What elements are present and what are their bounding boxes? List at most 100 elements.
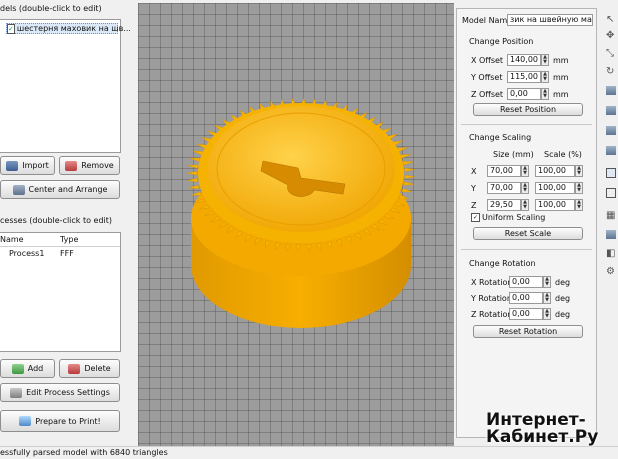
- y-rotation-spinner[interactable]: ▲ ▼: [543, 292, 551, 304]
- view-toolbar: ↖ ✥ ⤡ ↻ ▦ ◧ ⚙: [605, 14, 618, 446]
- scale-icon[interactable]: ⤡: [606, 48, 618, 60]
- scale-z-input[interactable]: 100,00: [535, 199, 575, 211]
- settings-icon[interactable]: ⚙: [606, 266, 618, 278]
- gear-tooth: [401, 188, 413, 193]
- settings-icon: [10, 387, 23, 398]
- z-rotation-unit: deg: [555, 310, 571, 319]
- y-rotation-input[interactable]: 0,00: [509, 292, 543, 304]
- x-offset-unit: mm: [553, 56, 569, 65]
- x-rotation-spinner[interactable]: ▲ ▼: [543, 276, 551, 288]
- x-rotation-label: X Rotation: [471, 278, 513, 287]
- add-icon: [11, 363, 24, 374]
- scale-x-input[interactable]: 100,00: [535, 165, 575, 177]
- divider: [461, 124, 592, 125]
- prepare-to-print-button[interactable]: Prepare to Print!: [0, 410, 120, 432]
- gear-tooth: [398, 194, 410, 200]
- model-name-field[interactable]: зик на швейную машинку: [507, 14, 593, 26]
- size-x-spinner[interactable]: ▲ ▼: [521, 165, 529, 177]
- size-z-input[interactable]: 29,50: [487, 199, 521, 211]
- delete-button[interactable]: Delete: [59, 359, 120, 378]
- gear-tooth: [192, 150, 204, 156]
- rotation-section-title: Change Rotation: [469, 259, 536, 268]
- x-rotation-input[interactable]: 0,00: [509, 276, 543, 288]
- layers-icon[interactable]: [606, 168, 618, 180]
- z-rotation-input[interactable]: 0,00: [509, 308, 543, 320]
- cube-view-icon[interactable]: [606, 86, 618, 98]
- reset-position-button[interactable]: Reset Position: [473, 103, 583, 116]
- pointer-icon[interactable]: ↖: [606, 14, 618, 26]
- scaling-section-title: Change Scaling: [469, 133, 532, 142]
- gear-tooth: [187, 164, 199, 169]
- gear-tooth: [402, 161, 414, 166]
- grid-icon[interactable]: ▦: [606, 210, 618, 222]
- processes-panel-title: cesses (double-click to edit): [0, 216, 113, 225]
- import-button[interactable]: Import: [0, 156, 55, 175]
- center-arrange-button[interactable]: Center and Arrange: [0, 180, 120, 199]
- cube-view-icon[interactable]: [606, 230, 618, 242]
- gear-model[interactable]: [138, 3, 454, 446]
- left-panel: dels (double-click to edit) ✓ шестерня м…: [0, 0, 131, 446]
- gear-tooth: [400, 154, 411, 159]
- column-name-header: Name: [0, 235, 24, 244]
- remove-button[interactable]: Remove: [59, 156, 120, 175]
- watermark-text: Интернет- Кабинет.Ру: [486, 410, 599, 447]
- scale-y-input[interactable]: 100,00: [535, 182, 575, 194]
- gear-tooth: [404, 174, 416, 179]
- status-text: essfully parsed model with 6840 triangle…: [0, 448, 168, 457]
- z-offset-input[interactable]: 0,00: [507, 88, 541, 100]
- x-offset-input[interactable]: 140,00: [507, 54, 541, 66]
- cube-view-icon[interactable]: [606, 146, 618, 158]
- 3d-viewport[interactable]: [138, 3, 454, 446]
- scale-x-spinner[interactable]: ▲ ▼: [575, 165, 583, 177]
- move-icon[interactable]: ✥: [606, 30, 618, 42]
- checkbox-checked[interactable]: ✓: [7, 23, 15, 34]
- size-x-input[interactable]: 70,00: [487, 165, 521, 177]
- table-header: Name Type: [0, 233, 120, 247]
- z-offset-label: Z Offset: [471, 90, 504, 99]
- layers-icon[interactable]: [606, 188, 618, 200]
- process-type: FFF: [60, 249, 74, 258]
- size-y-spinner[interactable]: ▲ ▼: [521, 182, 529, 194]
- z-rotation-spinner[interactable]: ▲ ▼: [543, 308, 551, 320]
- scale-y-spinner[interactable]: ▲ ▼: [575, 182, 583, 194]
- add-button[interactable]: Add: [0, 359, 55, 378]
- y-offset-spinner[interactable]: ▲ ▼: [541, 71, 549, 83]
- models-list[interactable]: ✓ шестерня маховик на шв...: [0, 19, 131, 153]
- size-header: Size (mm): [493, 150, 534, 159]
- list-item-label: шестерня маховик на шв...: [16, 24, 131, 33]
- cube-view-icon[interactable]: [606, 126, 618, 138]
- size-z-spinner[interactable]: ▲ ▼: [521, 199, 529, 211]
- properties-panel: Model Name: зик на швейную машинку Chang…: [456, 8, 597, 438]
- edit-process-settings-button[interactable]: Edit Process Settings: [0, 383, 120, 402]
- processes-table[interactable]: Name Type Process1 FFF: [0, 232, 121, 352]
- gear-tooth: [188, 184, 200, 189]
- models-panel-title: dels (double-click to edit): [0, 4, 102, 13]
- position-section-title: Change Position: [469, 37, 534, 46]
- reset-rotation-button[interactable]: Reset Rotation: [473, 325, 583, 338]
- gear-tooth: [187, 178, 198, 183]
- center-arrange-icon: [12, 184, 25, 195]
- table-row[interactable]: Process1 FFF: [0, 248, 120, 260]
- z-offset-spinner[interactable]: ▲ ▼: [541, 88, 549, 100]
- printer-icon: [19, 416, 32, 426]
- delete-icon: [68, 363, 81, 374]
- checkbox-checked[interactable]: ✓: [471, 213, 480, 222]
- rotate-icon[interactable]: ↻: [606, 66, 618, 78]
- x-offset-spinner[interactable]: ▲ ▼: [541, 54, 549, 66]
- marker-icon[interactable]: ◧: [606, 248, 618, 260]
- gear-tooth: [403, 181, 415, 186]
- uniform-scaling-checkbox[interactable]: ✓ Uniform Scaling: [471, 213, 545, 222]
- cube-view-icon[interactable]: [606, 106, 618, 118]
- import-icon: [6, 160, 19, 171]
- y-offset-input[interactable]: 115,00: [507, 71, 541, 83]
- reset-scale-button[interactable]: Reset Scale: [473, 227, 583, 240]
- gear-tooth: [186, 171, 198, 176]
- column-type-header: Type: [60, 235, 79, 244]
- list-item[interactable]: ✓ шестерня маховик на шв...: [6, 23, 131, 34]
- size-y-input[interactable]: 70,00: [487, 182, 521, 194]
- process-name: Process1: [9, 249, 45, 258]
- gear-tooth: [404, 167, 415, 172]
- scale-z-spinner[interactable]: ▲ ▼: [575, 199, 583, 211]
- x-offset-label: X Offset: [471, 56, 504, 65]
- scale-x-label: X: [471, 167, 477, 176]
